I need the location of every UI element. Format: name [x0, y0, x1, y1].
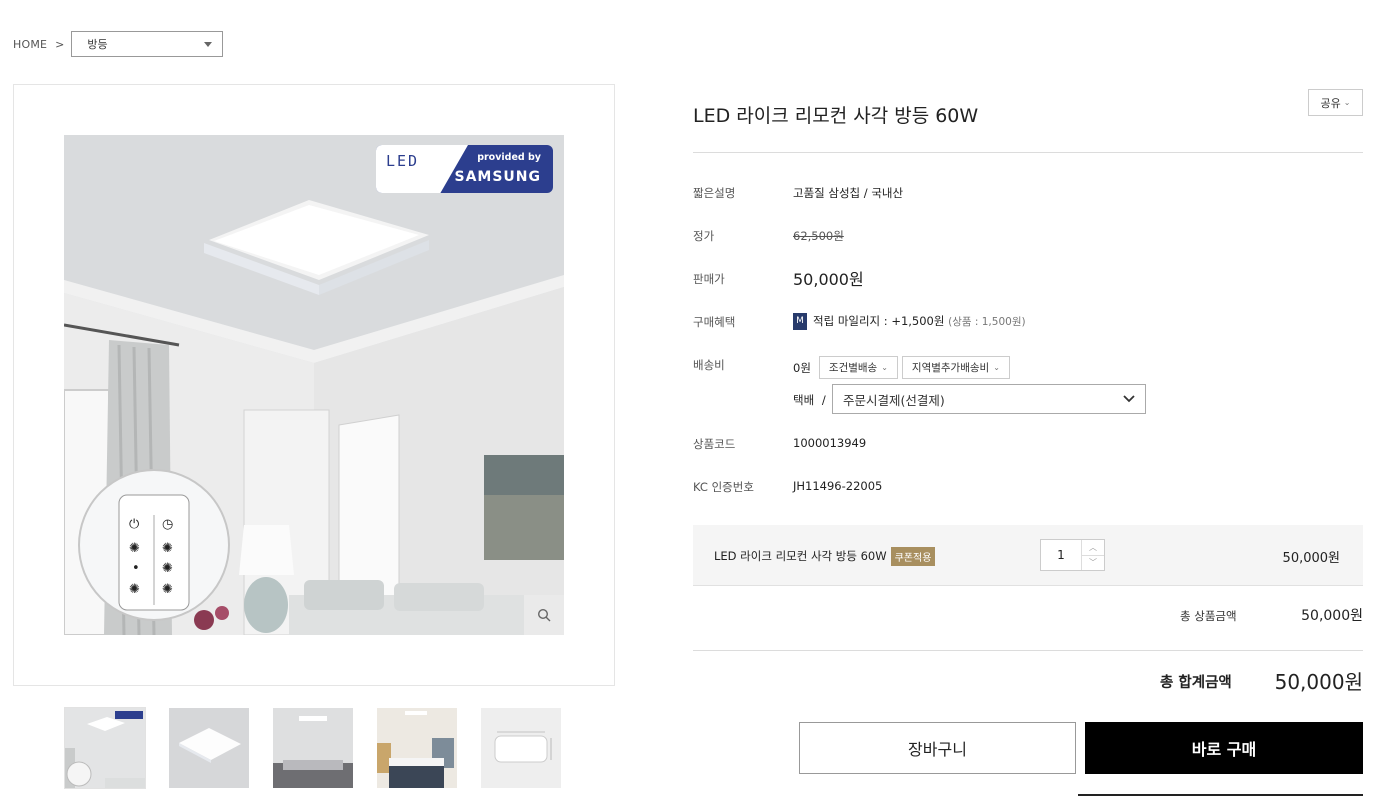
chevron-down-icon: ⌄	[993, 363, 1000, 372]
subtotal-value: 50,000원	[1301, 608, 1363, 624]
quantity-down-icon[interactable]: ﹀	[1082, 556, 1104, 571]
thumbnail-list	[64, 707, 561, 789]
thumbnail-3[interactable]	[273, 708, 353, 788]
regional-shipping-label: 지역별추가배송비	[911, 362, 990, 374]
magnifier-icon	[537, 608, 551, 622]
shipping-label: 배송비	[693, 358, 725, 372]
quantity-up-icon[interactable]: ︿	[1082, 540, 1104, 556]
benefit-label: 구매혜택	[693, 315, 736, 329]
coupon-tag: 쿠폰적용	[890, 547, 936, 566]
sale-price-label: 판매가	[693, 272, 725, 286]
mileage-sub: (상품 : 1,500원)	[948, 316, 1026, 328]
breadcrumb-home-link[interactable]: HOME	[13, 38, 47, 51]
thumbnail-2[interactable]	[169, 708, 249, 788]
grand-total-value: 50,000원	[1274, 670, 1363, 694]
provided-by-text: provided by	[477, 152, 541, 163]
option-name-text: LED 라이크 리모컨 사각 방등 60W	[714, 549, 887, 563]
courier-label: 택배	[793, 393, 815, 407]
thumbnail-bedroom-illustration	[273, 708, 353, 788]
thumbnail-room-illustration	[65, 708, 145, 788]
quantity-arrows: ︿ ﹀	[1082, 540, 1104, 570]
category-select[interactable]: 방등	[71, 31, 224, 57]
grand-total-label: 총 합계금액	[1160, 675, 1232, 691]
samsung-brand-text: SAMSUNG	[454, 169, 541, 185]
option-name: LED 라이크 리모컨 사각 방등 60W 쿠폰적용	[714, 547, 936, 566]
quantity-stepper[interactable]: 1 ︿ ﹀	[1040, 539, 1105, 571]
mileage-text: 적립 마일리지 : +1,500원	[813, 314, 945, 328]
led-logo-text: LED	[386, 152, 420, 170]
kc-value: JH11496-22005	[793, 479, 883, 493]
selected-option-row: LED 라이크 리모컨 사각 방등 60W 쿠폰적용 1 ︿ ﹀ 50,000원	[693, 525, 1363, 586]
svg-text:✺: ✺	[162, 582, 173, 597]
mileage-badge: M	[793, 313, 807, 330]
breadcrumb: HOME > 방등	[13, 31, 224, 57]
product-code-label: 상품코드	[693, 437, 736, 451]
svg-text:✺: ✺	[129, 582, 140, 597]
short-desc-value: 고품질 삼성칩 / 국내산	[793, 186, 904, 200]
chevron-down-icon: ⌄	[1343, 98, 1351, 107]
product-title: LED 라이크 리모컨 사각 방등 60W	[693, 105, 979, 127]
buy-now-button[interactable]: 바로 구매	[1085, 722, 1363, 774]
thumbnail-fixture-illustration	[169, 708, 249, 788]
product-main-image[interactable]: ⏻ ◷ ✺ ✺ • ✺ ✺ ✺ LED provided by SAMSUNG	[64, 135, 564, 635]
kc-label: KC 인증번호	[693, 480, 754, 494]
conditional-shipping-button[interactable]: 조건별배송 ⌄	[818, 356, 898, 379]
thumbnail-1[interactable]	[64, 707, 146, 789]
thumbnail-4[interactable]	[377, 708, 457, 788]
svg-text:✺: ✺	[129, 541, 140, 556]
totals-divider	[693, 650, 1363, 651]
product-code-value: 1000013949	[793, 436, 867, 450]
add-to-cart-button[interactable]: 장바구니	[799, 722, 1076, 774]
product-image-box: ⏻ ◷ ✺ ✺ • ✺ ✺ ✺ LED provided by SAMSUNG	[13, 84, 615, 686]
sale-price-value: 50,000원	[793, 270, 864, 289]
title-divider	[693, 152, 1363, 153]
thumbnail-5[interactable]	[481, 708, 561, 788]
chevron-down-icon: ⌄	[881, 363, 888, 372]
mileage-info: M 적립 마일리지 : +1,500원 (상품 : 1,500원)	[793, 313, 1026, 330]
category-select-value: 방등	[87, 38, 108, 51]
dropdown-triangle-icon	[204, 41, 213, 47]
svg-text:•: •	[132, 561, 140, 576]
room-scene-illustration: ⏻ ◷ ✺ ✺ • ✺ ✺ ✺	[64, 135, 564, 635]
svg-text:◷: ◷	[162, 517, 173, 532]
conditional-shipping-label: 조건별배송	[828, 362, 878, 374]
courier-separator: /	[821, 393, 826, 407]
thumbnail-dimension-illustration	[481, 708, 561, 788]
subtotal-label: 총 상품금액	[1180, 609, 1237, 623]
svg-text:⏻: ⏻	[129, 517, 139, 532]
share-button[interactable]: 공유 ⌄	[1308, 89, 1363, 116]
courier-info: 택배 /	[793, 392, 830, 408]
list-price-label: 정가	[693, 229, 715, 243]
zoom-button[interactable]	[524, 595, 564, 635]
quantity-input[interactable]: 1	[1041, 540, 1082, 570]
samsung-led-badge: LED provided by SAMSUNG	[376, 145, 553, 193]
list-price-value: 62,500원	[793, 229, 844, 243]
payment-method-value: 주문시결제(선결제)	[843, 392, 945, 408]
option-price: 50,000원	[1282, 551, 1340, 566]
regional-shipping-button[interactable]: 지역별추가배송비 ⌄	[901, 356, 1010, 379]
breadcrumb-separator: >	[55, 37, 65, 51]
payment-method-select[interactable]: 주문시결제(선결제)	[832, 384, 1146, 414]
short-desc-label: 짧은설명	[693, 186, 736, 200]
svg-text:✺: ✺	[162, 561, 173, 576]
thumbnail-bedroom-2-illustration	[377, 708, 457, 788]
svg-text:✺: ✺	[162, 541, 173, 556]
share-label: 공유	[1320, 96, 1341, 110]
shipping-fee: 0원	[793, 360, 811, 375]
chevron-down-icon	[1123, 395, 1135, 403]
shipping-info: 0원 조건별배송 ⌄ 지역별추가배송비 ⌄	[793, 356, 1010, 379]
